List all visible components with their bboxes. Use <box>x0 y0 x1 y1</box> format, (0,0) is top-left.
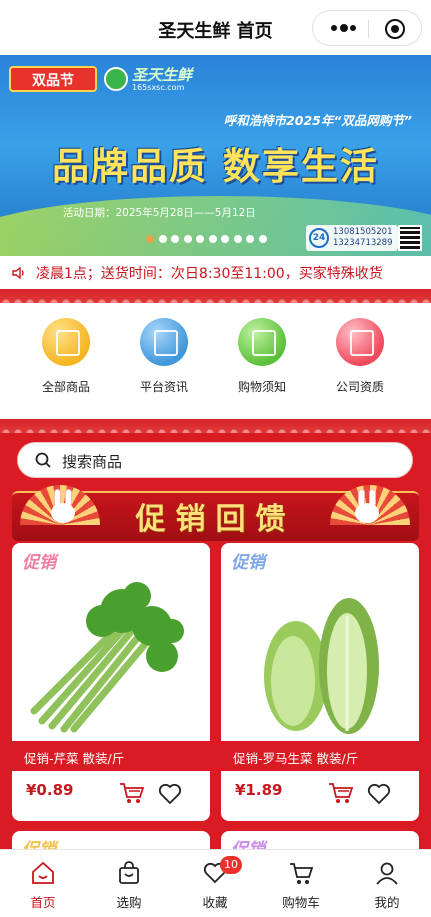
grid-icon <box>42 318 90 366</box>
add-to-cart-icon[interactable] <box>327 781 355 805</box>
capsule-divider <box>368 20 369 38</box>
product-name: 促销-芹菜 散装/斤 <box>24 751 125 766</box>
product-name: 促销-罗马生菜 散装/斤 <box>233 751 359 766</box>
decorative-band <box>0 419 431 433</box>
hotline-number-1: 13081505201 <box>333 227 393 237</box>
carousel-dot[interactable] <box>183 235 192 243</box>
category-label: 全部商品 <box>41 380 90 394</box>
add-to-cart-icon[interactable] <box>118 781 146 805</box>
cart-icon <box>290 863 314 884</box>
romaine-lettuce-image <box>264 598 379 734</box>
tab-label: 收藏 <box>202 895 228 910</box>
carousel-dot[interactable] <box>146 235 154 243</box>
carousel-dot[interactable] <box>208 235 217 243</box>
tab-shop[interactable]: 选购 <box>86 856 172 912</box>
promo-section: 搜索商品 促销回馈 促销 促销-芹菜 散装/斤 ¥0.89 促销 促销-罗马生菜… <box>0 433 431 861</box>
tab-label: 购物车 <box>282 895 320 910</box>
carousel-indicators <box>146 235 286 245</box>
tab-cart[interactable]: 购物车 <box>258 856 344 912</box>
promo-title: 促销回馈 <box>135 502 296 537</box>
celery-image <box>30 582 184 733</box>
brand-logo-text: 圣天生鲜 <box>132 66 193 84</box>
product-card[interactable]: 促销 促销-芹菜 散装/斤 ¥0.89 <box>12 543 210 821</box>
top-bar: 圣天生鲜 首页 <box>0 0 431 55</box>
banner-event-line: 呼和浩特市2025年“双品网购节” <box>223 113 412 128</box>
search-placeholder: 搜索商品 <box>62 453 123 471</box>
carousel-dot[interactable] <box>158 235 167 243</box>
search-bar[interactable]: 搜索商品 <box>17 442 413 478</box>
category-company-qualification[interactable]: 公司资质 <box>315 318 405 398</box>
promo-tag: 促销 <box>22 553 56 573</box>
category-platform-news[interactable]: 平台资讯 <box>119 318 209 398</box>
hotline-number-2: 13234713289 <box>333 238 393 248</box>
category-all-goods[interactable]: 全部商品 <box>21 318 111 398</box>
mini-program-capsule <box>312 10 422 46</box>
certificate-icon <box>336 318 384 366</box>
carousel-dot[interactable] <box>233 235 242 243</box>
close-program-icon[interactable] <box>385 19 405 39</box>
favorites-count-badge: 10 <box>220 856 242 874</box>
favorite-heart-icon[interactable] <box>367 783 391 805</box>
more-icon[interactable] <box>331 24 356 33</box>
product-price: ¥0.89 <box>26 781 74 799</box>
tab-label: 首页 <box>30 895 56 910</box>
qr-code-icon <box>398 225 422 251</box>
product-name-bar: 促销-罗马生菜 散装/斤 <box>221 741 419 771</box>
category-shopping-notice[interactable]: 购物须知 <box>217 318 307 398</box>
brand-logo-url: 165sxsc.com <box>132 83 185 92</box>
promo-title-banner: 促销回馈 <box>0 485 431 545</box>
promo-carousel[interactable]: 双品节 圣天生鲜 165sxsc.com 呼和浩特市2025年“双品网购节” 品… <box>0 55 431 256</box>
tab-favorites[interactable]: 10 收藏 <box>172 856 258 912</box>
decorative-band <box>0 289 431 303</box>
speaker-icon <box>12 266 24 280</box>
carousel-dot[interactable] <box>258 235 267 243</box>
brand-logo: 圣天生鲜 165sxsc.com <box>104 64 198 94</box>
favorite-heart-icon[interactable] <box>158 783 182 805</box>
hotline-box: 24 13081505201 13234713289 <box>306 225 398 251</box>
product-name-bar: 促销-芹菜 散装/斤 <box>12 741 210 771</box>
bottom-tab-bar: 首页 选购 10 收藏 购物车 我的 <box>0 849 431 917</box>
hotline-numbers: 13081505201 13234713289 <box>333 227 393 249</box>
tab-label: 选购 <box>116 895 142 910</box>
hotline-24h-icon: 24 <box>309 228 329 248</box>
carousel-dot[interactable] <box>196 235 204 243</box>
shopping-bag-icon <box>119 861 139 884</box>
brand-logo-icon <box>104 67 128 91</box>
category-grid: 全部商品 平台资讯 购物须知 公司资质 <box>0 303 431 419</box>
carousel-dot[interactable] <box>221 235 229 243</box>
home-icon <box>32 861 54 884</box>
tab-label: 我的 <box>374 895 400 910</box>
search-icon <box>35 452 51 468</box>
notice-bar[interactable]: 凌晨1点；送货时间：次日8:30至11:00，买家特殊收货 <box>0 256 431 289</box>
carousel-dot[interactable] <box>171 235 179 243</box>
notice-text: 凌晨1点；送货时间：次日8:30至11:00，买家特殊收货 <box>36 266 383 282</box>
category-label: 平台资讯 <box>139 380 188 394</box>
document-search-icon <box>140 318 188 366</box>
product-price: ¥1.89 <box>235 781 283 799</box>
banner-slogan: 品牌品质 数享生活 <box>52 145 379 188</box>
product-card[interactable]: 促销 促销-罗马生菜 散装/斤 ¥1.89 <box>221 543 419 821</box>
carousel-dot[interactable] <box>246 235 254 243</box>
user-icon <box>376 862 398 885</box>
cart-notice-icon <box>238 318 286 366</box>
promo-tag: 促销 <box>231 553 265 573</box>
double-goods-festival-badge: 双品节 <box>9 66 97 92</box>
category-label: 购物须知 <box>237 380 286 394</box>
banner-event-date: 活动日期：2025年5月28日——5月12日 <box>63 207 256 219</box>
tab-home[interactable]: 首页 <box>0 856 86 912</box>
category-label: 公司资质 <box>335 380 384 394</box>
tab-profile[interactable]: 我的 <box>344 856 430 912</box>
